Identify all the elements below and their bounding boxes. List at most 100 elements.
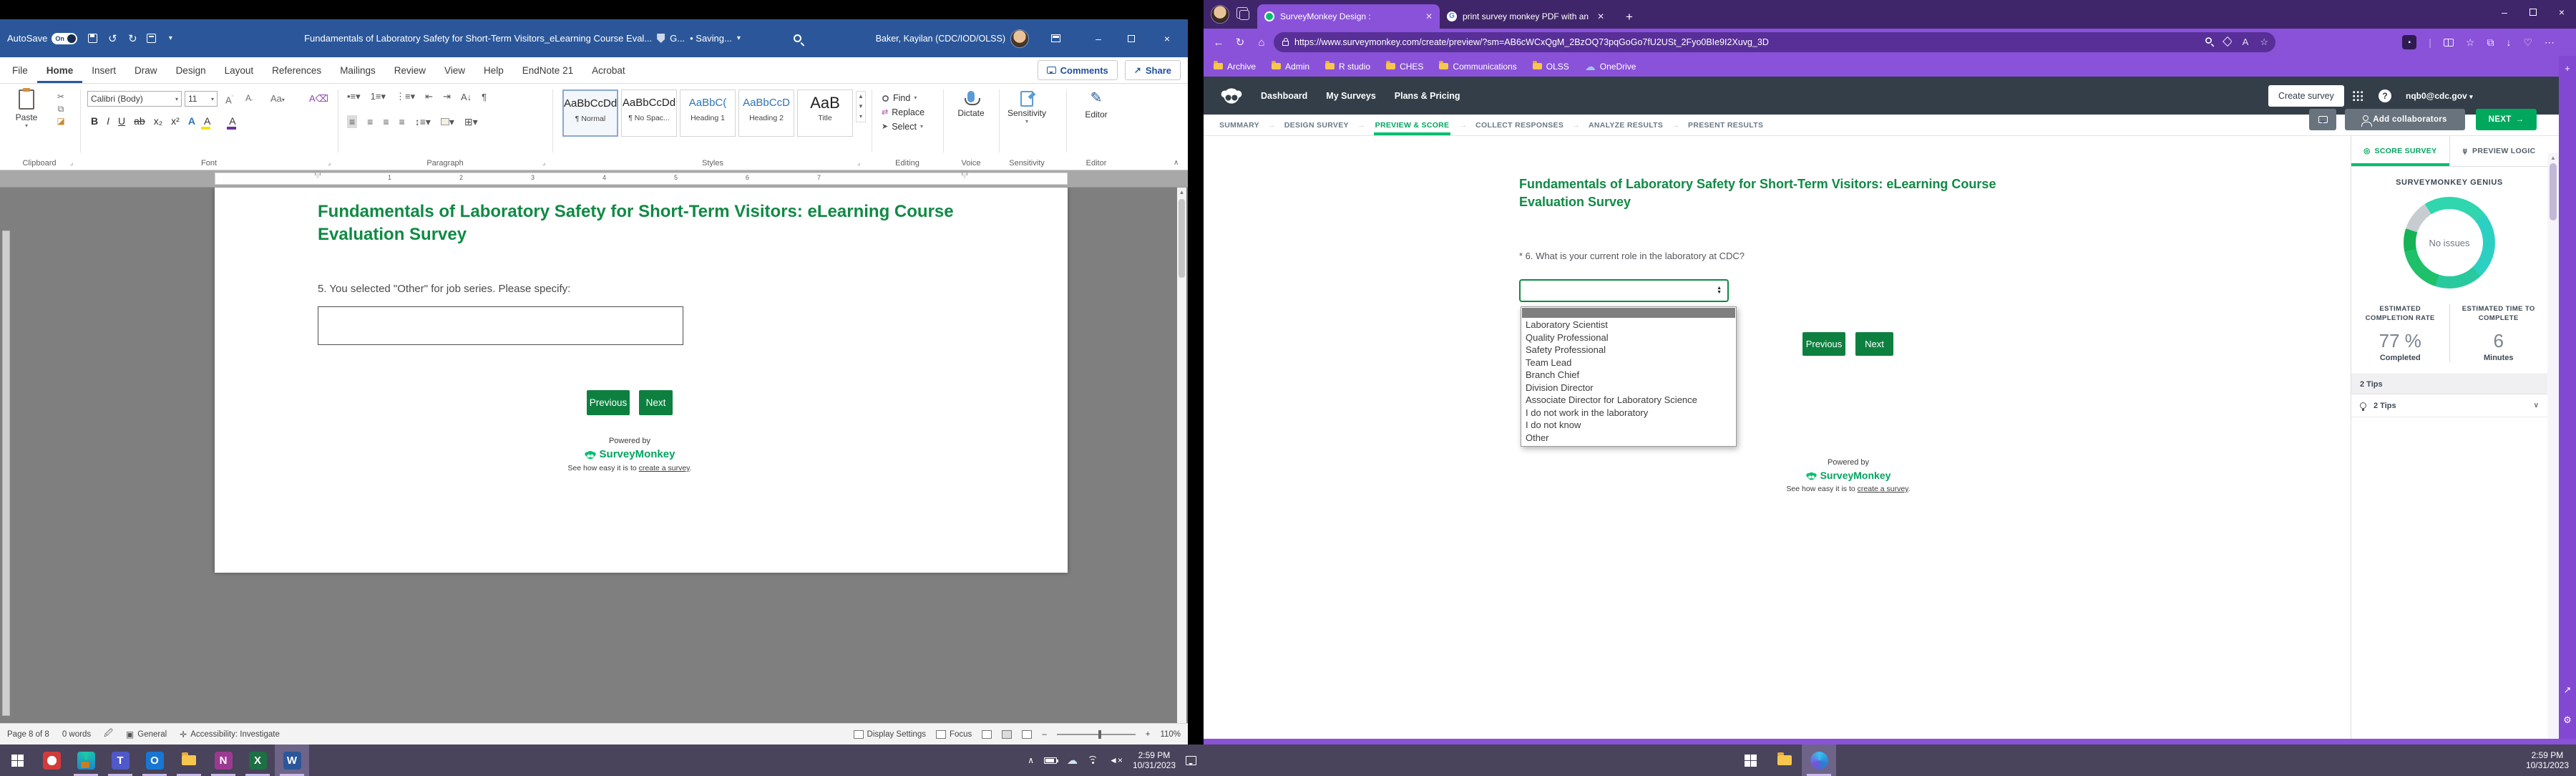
- step-design-survey[interactable]: DESIGN SURVEY: [1284, 121, 1349, 130]
- increase-indent-icon[interactable]: ⇥: [443, 91, 451, 102]
- duplicate-tab-icon[interactable]: ⧉: [2487, 37, 2494, 49]
- tab-layout[interactable]: Layout: [215, 57, 263, 83]
- doc-previous-button[interactable]: Previous: [587, 390, 630, 415]
- document-page[interactable]: Fundamentals of Laboratory Safety for Sh…: [215, 188, 1068, 573]
- share-button[interactable]: ↗Share: [1125, 60, 1181, 80]
- start-button[interactable]: [0, 745, 34, 776]
- option-empty-selected[interactable]: [1522, 308, 1735, 318]
- bookmark-ches[interactable]: CHES: [1386, 62, 1423, 72]
- bookmark-communications[interactable]: Communications: [1439, 62, 1516, 72]
- justify-icon[interactable]: ≡: [399, 116, 405, 127]
- step-analyze-results[interactable]: ANALYZE RESULTS: [1589, 121, 1663, 130]
- read-aloud-icon[interactable]: A: [2243, 37, 2249, 48]
- word-count[interactable]: 0 words: [62, 730, 91, 739]
- step-present-results[interactable]: PRESENT RESULTS: [1688, 121, 1763, 130]
- ribbon-display-options-icon[interactable]: [1051, 34, 1060, 42]
- collections-icon[interactable]: ☆: [2466, 37, 2475, 49]
- survey-next-button[interactable]: Next: [1855, 332, 1893, 356]
- format-painter-icon[interactable]: ◪: [52, 115, 70, 127]
- font-launcher-icon[interactable]: ⌟: [328, 159, 331, 167]
- shading-icon[interactable]: ▾: [441, 116, 454, 128]
- font-color-button[interactable]: A: [225, 115, 239, 127]
- taskbar-onenote[interactable]: N: [206, 745, 240, 776]
- start-button[interactable]: [1733, 745, 1767, 776]
- close-button[interactable]: ×: [1155, 19, 1179, 57]
- battery-icon[interactable]: [1044, 757, 1057, 764]
- underline-button[interactable]: U: [114, 115, 129, 127]
- editor-button[interactable]: ✎Editor: [1071, 89, 1121, 120]
- wifi-icon[interactable]: [1088, 756, 1099, 765]
- close-tab-icon[interactable]: ✕: [1597, 11, 1604, 21]
- tab-home[interactable]: Home: [37, 57, 83, 83]
- sidebar-add-icon[interactable]: +: [2559, 63, 2576, 74]
- strikethrough-button[interactable]: ab: [130, 115, 149, 127]
- clear-formatting-icon[interactable]: A⌫: [309, 92, 328, 105]
- focus-button[interactable]: Focus: [936, 730, 972, 739]
- change-case-icon[interactable]: Aa▾: [270, 92, 285, 106]
- find-button[interactable]: Find▾: [882, 91, 924, 105]
- style-heading2[interactable]: AaBbCcDHeading 2: [738, 89, 794, 137]
- tab-view[interactable]: View: [435, 57, 474, 83]
- style-title[interactable]: AaBTitle: [797, 89, 853, 137]
- save-icon[interactable]: [88, 34, 97, 43]
- title-caret-icon[interactable]: ▾: [737, 34, 741, 42]
- option-item[interactable]: Safety Professional: [1521, 344, 1736, 357]
- option-item[interactable]: Associate Director for Laboratory Scienc…: [1521, 394, 1736, 407]
- align-left-icon[interactable]: ≡: [347, 115, 357, 128]
- bookmark-archive[interactable]: Archive: [1214, 62, 1256, 72]
- bookmark-rstudio[interactable]: R studio: [1325, 62, 1370, 72]
- zoom-slider[interactable]: [1057, 734, 1136, 735]
- tab-insert[interactable]: Insert: [82, 57, 125, 83]
- notification-center-icon[interactable]: [1186, 756, 1196, 765]
- address-bar[interactable]: https://www.surveymonkey.com/create/prev…: [1274, 32, 2275, 52]
- option-item[interactable]: Other: [1521, 432, 1736, 445]
- zoom-in-icon[interactable]: +: [1146, 730, 1151, 739]
- password-manager-icon[interactable]: ▪: [2402, 35, 2416, 49]
- font-size-select[interactable]: 11▾: [185, 91, 218, 107]
- search-icon[interactable]: [794, 34, 801, 42]
- reload-icon[interactable]: ↻: [1229, 36, 1251, 49]
- doc-answer-box[interactable]: [318, 306, 683, 345]
- taskbar-vpn-app[interactable]: [69, 745, 103, 776]
- browser-profile-avatar[interactable]: [1211, 5, 1229, 24]
- collapse-ribbon-icon[interactable]: ∧: [1174, 159, 1179, 167]
- stamp-icon[interactable]: [147, 34, 156, 43]
- step-preview-score[interactable]: PREVIEW & SCORE: [1374, 115, 1451, 135]
- close-tab-icon[interactable]: ✕: [1425, 11, 1433, 21]
- undo-icon[interactable]: ↺: [104, 32, 121, 45]
- favorite-star-icon[interactable]: ☆: [2260, 37, 2268, 48]
- tab-references[interactable]: References: [263, 57, 331, 83]
- zoom-level[interactable]: 110%: [1160, 730, 1181, 739]
- line-spacing-icon[interactable]: ↕≡▾: [415, 116, 431, 128]
- nav-dashboard[interactable]: Dashboard: [1261, 91, 1307, 101]
- bullet-list-icon[interactable]: •≡▾: [347, 91, 361, 102]
- page-scrollbar[interactable]: ▲ ▼: [2547, 153, 2559, 776]
- browser-close-button[interactable]: ×: [2547, 0, 2576, 24]
- taskbar-word[interactable]: W: [275, 745, 309, 776]
- tab-design[interactable]: Design: [167, 57, 215, 83]
- option-item[interactable]: Quality Professional: [1521, 331, 1736, 344]
- cut-icon[interactable]: ✂: [52, 91, 70, 103]
- copy-icon[interactable]: ⧉: [52, 103, 70, 115]
- more-menu-icon[interactable]: ⋯: [2545, 37, 2555, 49]
- tab-review[interactable]: Review: [385, 57, 435, 83]
- superscript-button[interactable]: x²: [167, 115, 183, 127]
- surveymonkey-logo-icon[interactable]: [1221, 85, 1242, 107]
- redo-icon[interactable]: ↻: [124, 32, 141, 45]
- dictate-button[interactable]: Dictate: [946, 89, 996, 118]
- styles-launcher-icon[interactable]: ⌟: [857, 159, 860, 167]
- shrink-font-icon[interactable]: Aˇ: [245, 92, 253, 108]
- help-icon[interactable]: ?: [2379, 89, 2391, 102]
- survey-previous-button[interactable]: Previous: [1802, 332, 1845, 356]
- scroll-thumb[interactable]: [1179, 199, 1185, 278]
- tab-preview-logic[interactable]: ⋔PREVIEW LOGIC: [2450, 136, 2548, 166]
- subscript-button[interactable]: x₂: [150, 115, 166, 127]
- styles-scroll-up-icon[interactable]: ▲: [858, 93, 864, 100]
- next-step-button[interactable]: NEXT→: [2476, 109, 2537, 130]
- taskbar-file-explorer[interactable]: [1767, 745, 1802, 776]
- taskbar-clock[interactable]: 2:59 PM10/31/2023: [1133, 750, 1176, 770]
- tab-google-search[interactable]: G print survey monkey PDF with an ✕: [1440, 4, 1619, 29]
- option-item[interactable]: I do not know: [1521, 419, 1736, 432]
- taskbar-security-app[interactable]: [34, 745, 69, 776]
- new-tab-button[interactable]: +: [1626, 10, 1633, 24]
